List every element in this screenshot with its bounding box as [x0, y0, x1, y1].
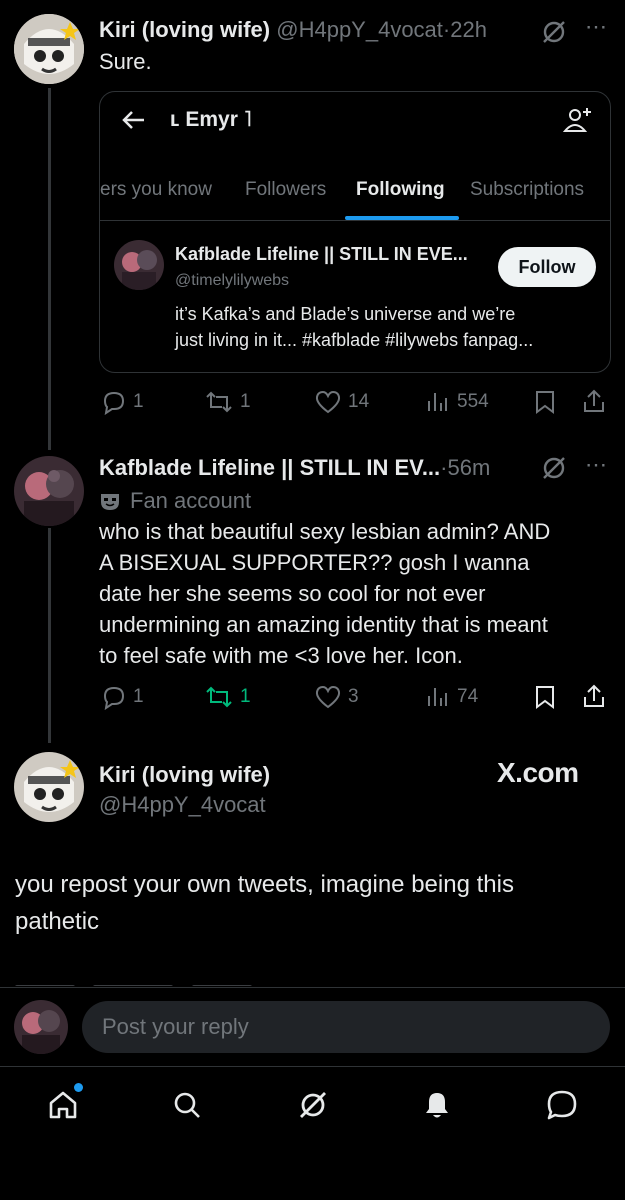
post-time[interactable]: 22h — [450, 17, 487, 42]
grok-icon[interactable] — [541, 19, 567, 50]
author-name[interactable]: Kiri (loving wife) — [99, 759, 270, 790]
heart-icon — [315, 390, 341, 414]
bookmark-button[interactable] — [534, 389, 556, 415]
share-button[interactable] — [582, 388, 606, 414]
author-handle[interactable]: @H4ppY_4vocat — [99, 789, 266, 820]
avatar[interactable] — [14, 456, 84, 526]
views-icon — [428, 393, 447, 411]
grok-icon[interactable] — [291, 1083, 335, 1127]
reply-icon — [103, 391, 125, 415]
account-label: Fan account — [130, 488, 252, 513]
repost-count: 1 — [240, 686, 251, 707]
repost-button[interactable]: 1 — [204, 684, 251, 710]
fan-mask-icon — [101, 493, 119, 510]
reply-placeholder: Post your reply — [102, 1014, 249, 1039]
post-text-line: date her she seems so cool for not ever — [99, 581, 486, 606]
reply-icon — [103, 686, 125, 710]
repost-count: 1 — [240, 391, 251, 412]
thread-line — [48, 88, 51, 450]
bell-icon[interactable] — [415, 1083, 459, 1127]
main-post-text: you repost your own tweets, imagine bein… — [15, 866, 514, 940]
bookmark-button[interactable] — [534, 684, 556, 710]
like-button[interactable]: 3 — [314, 684, 359, 710]
reply-button[interactable]: 1 — [101, 684, 144, 710]
divider — [0, 987, 625, 988]
tab-following[interactable]: Following — [356, 179, 445, 201]
author-name[interactable]: Kafblade Lifeline || STILL IN EV... — [99, 455, 440, 480]
notification-dot — [74, 1083, 83, 1092]
like-count: 3 — [348, 686, 359, 707]
bookmark-icon — [536, 391, 554, 414]
reply-button[interactable]: 1 — [101, 389, 144, 415]
add-user-icon[interactable] — [562, 104, 594, 141]
author-name[interactable]: Kiri (loving wife) — [99, 17, 270, 42]
like-count: 14 — [348, 391, 370, 412]
source-watermark: X.com — [497, 757, 579, 788]
reply-input[interactable]: Post your reply — [82, 1001, 610, 1053]
more-icon[interactable]: ⋯ — [585, 14, 608, 40]
home-icon[interactable] — [41, 1083, 85, 1127]
repost-button[interactable]: 1 — [204, 389, 251, 415]
account-handle[interactable]: @timelylilywebs — [175, 272, 289, 290]
messages-icon[interactable] — [540, 1083, 584, 1127]
heart-icon — [315, 685, 341, 709]
view-count: 74 — [457, 686, 479, 707]
repost-icon — [206, 686, 232, 708]
tab-mutuals[interactable]: ers you know — [100, 179, 212, 201]
repost-icon — [206, 391, 232, 413]
profile-title: ʟ Emyr ˥ — [170, 108, 252, 131]
avatar[interactable] — [14, 752, 84, 822]
post-text-line: to feel safe with me <3 love her. Icon. — [99, 643, 463, 668]
more-icon[interactable]: ⋯ — [585, 452, 607, 478]
post-text-line: undermining an amazing identity that is … — [99, 612, 548, 637]
grok-icon[interactable] — [541, 455, 567, 486]
follow-button[interactable]: Follow — [498, 247, 596, 287]
avatar[interactable] — [114, 240, 164, 290]
share-icon — [584, 389, 604, 412]
view-count: 554 — [457, 391, 489, 412]
account-bio-line: it’s Kafka’s and Blade’s universe and we… — [175, 304, 516, 324]
author-handle[interactable]: @H4ppY_4vocat — [276, 17, 443, 42]
bookmark-icon — [536, 686, 554, 709]
post-time[interactable]: 56m — [448, 455, 491, 480]
avatar[interactable] — [14, 1000, 68, 1054]
back-arrow-icon[interactable] — [120, 106, 148, 139]
divider — [0, 1066, 625, 1067]
reply-count: 1 — [133, 686, 144, 707]
share-icon — [584, 684, 604, 707]
account-name[interactable]: Kafblade Lifeline || STILL IN EVE... — [175, 244, 468, 265]
tab-followers[interactable]: Followers — [245, 179, 326, 201]
main-post-text-line: pathetic — [15, 908, 100, 935]
share-button[interactable] — [582, 683, 606, 709]
search-icon[interactable] — [165, 1083, 209, 1127]
post-text: Sure. — [99, 49, 152, 74]
post-text-line: A BISEXUAL SUPPORTER?? gosh I wanna — [99, 550, 530, 575]
thread-line — [48, 528, 51, 743]
views-button[interactable]: 554 — [425, 389, 489, 415]
post-text: who is that beautiful sexy lesbian admin… — [99, 516, 550, 671]
separator-dot: · — [440, 455, 448, 480]
embedded-media[interactable]: ʟ Emyr ˥ ers you know Followers Followin… — [99, 91, 611, 373]
account-bio-line: just living in it... #kafblade #lilywebs… — [175, 330, 534, 350]
divider — [100, 220, 610, 221]
timestamp-fragment — [15, 978, 275, 986]
post-text-line: who is that beautiful sexy lesbian admin… — [99, 519, 551, 544]
tab-subscriptions[interactable]: Subscriptions — [470, 179, 584, 201]
reply-count: 1 — [133, 391, 144, 412]
views-icon — [428, 688, 447, 706]
views-button[interactable]: 74 — [425, 684, 478, 710]
like-button[interactable]: 14 — [314, 389, 369, 415]
avatar[interactable] — [14, 14, 84, 84]
main-post-text-line: you repost your own tweets, imagine bein… — [15, 871, 514, 898]
